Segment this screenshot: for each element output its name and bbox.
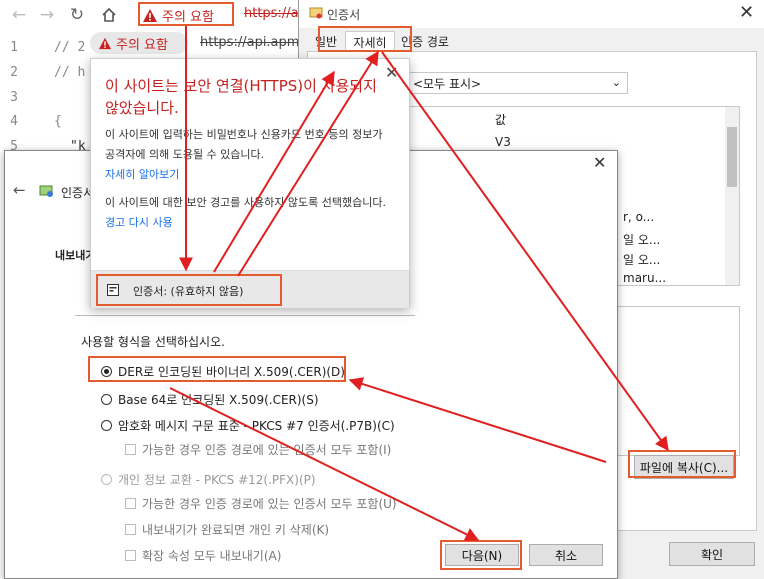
cert-title-bar: 인증서 ✕ (299, 0, 764, 28)
line-number: 4 (10, 114, 18, 129)
value-cell: maru... (623, 271, 667, 285)
value-cell: r, o... (623, 210, 655, 224)
line-number: 2 (10, 65, 18, 80)
checkbox (125, 550, 136, 561)
warning-label: 주의 요함 (162, 9, 214, 25)
scrollbar-thumb[interactable] (727, 127, 737, 187)
reload-icon[interactable]: ↻ (66, 4, 88, 26)
option-pfx: 개인 정보 교환 - PKCS #12(.PFX)(P) (101, 471, 316, 488)
tab-details[interactable]: 자세히 (345, 31, 395, 52)
line-number: 1 (10, 40, 18, 55)
radio-pfx (101, 474, 112, 485)
checkbox (125, 524, 136, 535)
close-icon[interactable]: ✕ (739, 2, 754, 23)
radio-der[interactable] (101, 366, 112, 377)
option-delete-private-key: 내보내기가 완료되면 개인 키 삭제(K) (125, 521, 329, 538)
site-security-popup: ✕ 이 사이트는 보안 연결(HTTPS)이 사용되지 않았습니다. 이 사이트… (90, 58, 410, 308)
value-cell: V3 (495, 135, 511, 149)
forward-arrow-icon[interactable]: → (36, 4, 58, 26)
back-arrow-icon[interactable]: ← (8, 4, 30, 26)
checkbox (125, 498, 136, 509)
warning-triangle-icon (98, 37, 112, 49)
value-cell: 일 오... (623, 233, 661, 247)
cert-title: 인증서 (327, 8, 361, 22)
tab-general[interactable]: 일반 (309, 31, 343, 51)
certificate-icon (309, 7, 323, 19)
ok-button[interactable]: 확인 (669, 542, 755, 566)
inner-url-text[interactable]: https://api.apm (200, 35, 299, 50)
close-icon[interactable]: ✕ (385, 63, 398, 82)
next-button[interactable]: 다음(N) (445, 544, 519, 566)
back-arrow-icon[interactable]: ← (13, 181, 26, 199)
certificate-row[interactable]: 인증서: (유효하지 않음) (91, 270, 409, 308)
tab-cert-path[interactable]: 인증 경로 (395, 31, 455, 51)
radio-pkcs7[interactable] (101, 420, 112, 431)
popup-body-2: 이 사이트에 대한 보안 경고를 사용하지 않도록 선택했습니다. 경고 다시 … (105, 196, 386, 229)
option-der[interactable]: DER로 인코딩된 바이너리 X.509(.CER)(D) (101, 363, 345, 380)
checkbox[interactable] (125, 444, 136, 455)
security-warning-chip[interactable]: 주의 요함 (142, 5, 214, 25)
option-pfx-include-path: 가능한 경우 인증 경로에 있는 인증서 모두 포함(U) (125, 495, 397, 512)
copy-to-file-button[interactable]: 파일에 복사(C)... (634, 455, 734, 479)
certificate-row-label: 인증서: (유효하지 않음) (133, 285, 244, 298)
code-line: // 2 (54, 40, 86, 55)
inner-warning-label: 주의 요함 (116, 37, 168, 53)
popup-body-1: 이 사이트에 입력하는 비밀번호나 신용카드 번호 등의 정보가 공격자에 의해… (105, 128, 383, 161)
value-cell: 일 오... (623, 253, 661, 267)
rewarn-link[interactable]: 경고 다시 사용 (105, 216, 173, 229)
option-pkcs7[interactable]: 암호화 메시지 구문 표준 - PKCS #7 인증서(.P7B)(C) (101, 417, 395, 434)
option-base64[interactable]: Base 64로 인코딩된 X.509(.CER)(S) (101, 391, 319, 408)
scrollbar[interactable] (725, 107, 739, 285)
option-export-ext-props: 확장 속성 모두 내보내기(A) (125, 547, 281, 564)
learn-more-link[interactable]: 자세히 알아보기 (105, 166, 179, 182)
radio-base64[interactable] (101, 394, 112, 405)
value-column-header: 값 (495, 113, 507, 127)
home-icon[interactable] (98, 4, 120, 26)
line-number: 3 (10, 90, 18, 105)
close-icon[interactable]: ✕ (593, 153, 606, 172)
option-pkcs7-include-path[interactable]: 가능한 경우 인증 경로에 있는 인증서 모두 포함(I) (125, 441, 391, 458)
code-line: { (54, 114, 62, 129)
certificate-icon (107, 284, 119, 296)
certificate-icon (39, 185, 53, 197)
warning-triangle-icon (143, 8, 157, 22)
show-select[interactable]: <모두 표시> ⌄ (408, 72, 628, 94)
divider (75, 315, 415, 316)
chevron-down-icon: ⌄ (611, 76, 621, 89)
cancel-button[interactable]: 취소 (529, 544, 603, 566)
popup-title: 이 사이트는 보안 연결(HTTPS)이 사용되지 않았습니다. (105, 77, 377, 117)
code-line: // h (54, 65, 86, 80)
format-prompt: 사용할 형식을 선택하십시오. (81, 335, 225, 349)
inner-security-chip[interactable]: 주의 요함 (90, 32, 188, 54)
url-text[interactable]: https://a (244, 6, 299, 21)
